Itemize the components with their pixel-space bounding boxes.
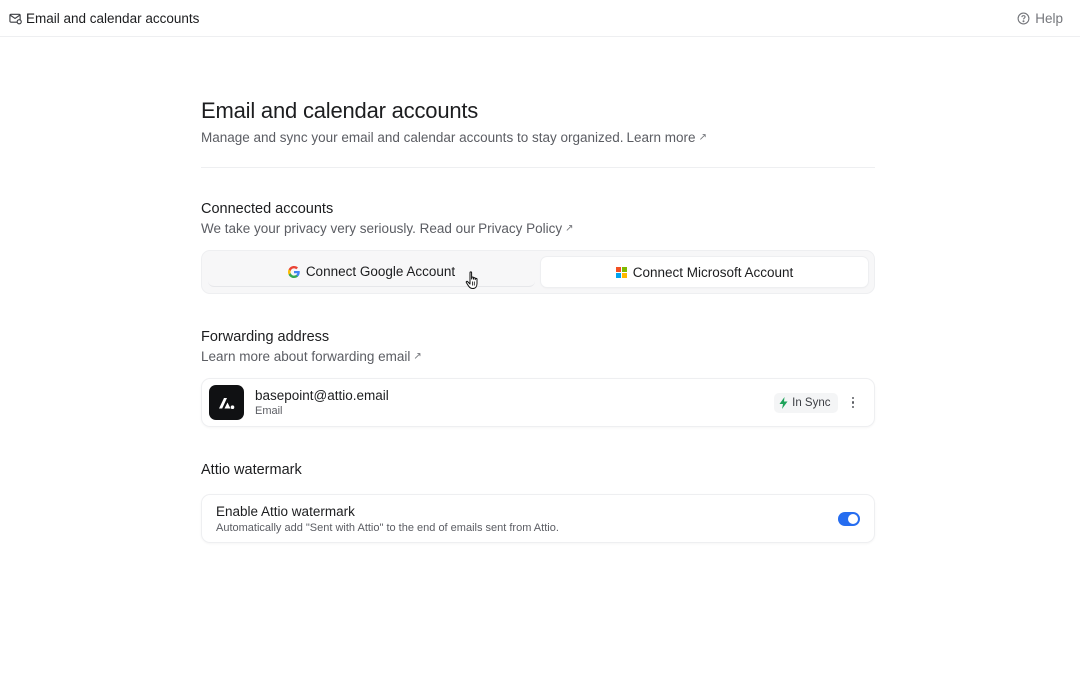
watermark-info: Enable Attio watermark Automatically add… xyxy=(216,504,559,534)
help-circle-icon xyxy=(1017,12,1030,25)
toggle-knob xyxy=(848,513,858,524)
pointer-cursor-icon xyxy=(465,271,481,295)
connect-microsoft-label: Connect Microsoft Account xyxy=(632,264,794,280)
external-link-icon: ↗ xyxy=(565,223,574,234)
external-link-icon: ↗ xyxy=(698,132,707,143)
forwarding-type: Email xyxy=(255,405,283,417)
watermark-title: Attio watermark xyxy=(201,462,302,478)
help-label: Help xyxy=(1035,10,1063,26)
connect-google-label: Connect Google Account xyxy=(305,264,456,279)
connect-accounts-group: Connect Google Account Connect Microsoft… xyxy=(201,250,875,294)
connected-accounts-section: Connected accounts We take your privacy … xyxy=(201,201,875,236)
forwarding-address-info: basepoint@attio.email Email xyxy=(255,388,389,417)
microsoft-icon xyxy=(615,266,627,278)
more-options-icon[interactable] xyxy=(851,396,854,409)
google-icon xyxy=(287,265,300,278)
page-title: Email and calendar accounts xyxy=(201,98,479,123)
sync-status-label: In Sync xyxy=(792,396,831,409)
forwarding-section: Forwarding address Learn more about forw… xyxy=(201,329,875,364)
mail-settings-icon xyxy=(9,12,22,25)
connected-accounts-title: Connected accounts xyxy=(201,201,334,217)
breadcrumb: Email and calendar accounts xyxy=(9,11,199,26)
help-button[interactable]: Help xyxy=(1017,11,1063,26)
page-header: Email and calendar accounts Manage and s… xyxy=(201,98,875,168)
forwarding-subtitle: Learn more about forwarding email ↗ xyxy=(201,349,875,364)
external-link-icon: ↗ xyxy=(413,351,422,362)
privacy-text: We take your privacy very seriously. Rea… xyxy=(201,221,476,236)
watermark-card: Enable Attio watermark Automatically add… xyxy=(201,494,875,543)
topbar-title: Email and calendar accounts xyxy=(26,10,200,26)
page-subtitle-text: Manage and sync your email and calendar … xyxy=(201,130,624,145)
divider xyxy=(201,167,875,168)
forwarding-email: basepoint@attio.email xyxy=(255,388,389,403)
forwarding-title: Forwarding address xyxy=(201,329,330,345)
watermark-section: Attio watermark xyxy=(201,462,875,478)
watermark-toggle-description: Automatically add "Sent with Attio" to t… xyxy=(216,521,559,534)
lightning-icon xyxy=(779,396,788,409)
learn-more-link[interactable]: Learn more xyxy=(627,130,696,145)
page-subtitle: Manage and sync your email and calendar … xyxy=(201,130,875,145)
privacy-policy-link[interactable]: Privacy Policy xyxy=(478,221,562,236)
connected-accounts-subtitle: We take your privacy very seriously. Rea… xyxy=(201,221,875,236)
forwarding-learn-more-link[interactable]: Learn more about forwarding email xyxy=(201,349,410,364)
connect-microsoft-button[interactable]: Connect Microsoft Account xyxy=(541,257,868,287)
watermark-toggle-title: Enable Attio watermark xyxy=(216,503,355,519)
forwarding-address-card: basepoint@attio.email Email In Sync xyxy=(201,378,875,427)
connect-google-button[interactable]: Connect Google Account xyxy=(208,257,535,287)
watermark-toggle[interactable] xyxy=(838,511,860,526)
attio-logo-icon xyxy=(209,385,244,420)
sync-status-badge: In Sync xyxy=(774,392,838,413)
top-bar: Email and calendar accounts Help xyxy=(0,0,1080,37)
